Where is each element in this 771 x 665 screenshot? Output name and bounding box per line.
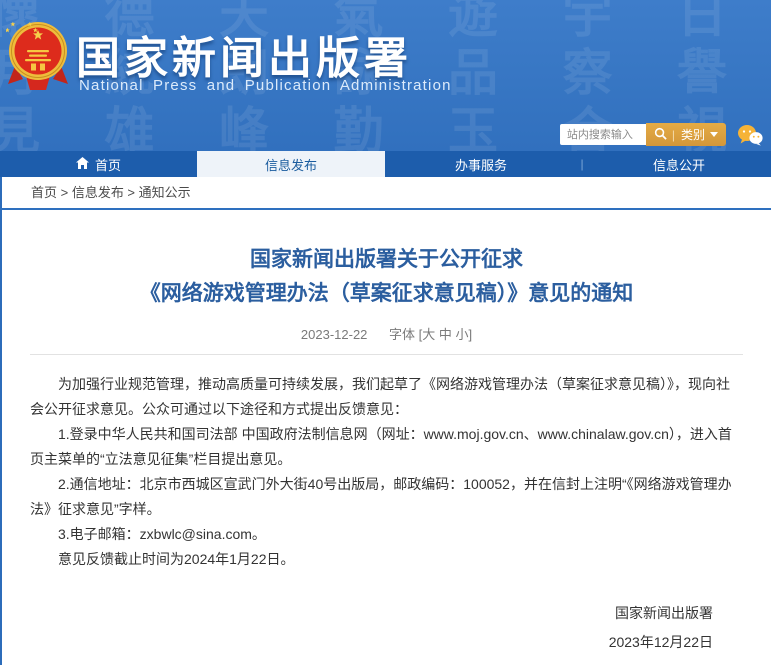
site-header: 懷 德 天 氣 遊 宇 日 月 統 朗 詠 品 察 譽 見 雄 峰 勤 玉 合 … [0,0,771,151]
paragraph-deadline: 意见反馈截止时间为2024年1月22日。 [30,547,743,572]
main-area: 首页 > 信息发布 > 通知公示 国家新闻出版署关于公开征求 《网络游戏管理办法… [0,177,771,665]
signature-date: 2023年12月22日 [30,628,713,657]
search-input[interactable] [560,124,646,145]
nav-item-info-disclosure[interactable]: 信息公开 [587,151,771,177]
font-size-control[interactable]: 字体 [大 中 小] [389,327,472,342]
search-button[interactable]: | 类别 [646,123,726,146]
article-body: 为加强行业规范管理，推动高质量可持续发展，我们起草了《网络游戏管理办法（草案征求… [30,372,743,572]
paragraph-channel-1: 1.登录中华人民共和国司法部 中国政府法制信息网（网址：www.moj.gov.… [30,422,743,472]
paragraph-channel-2: 2.通信地址：北京市西城区宣武门外大街40号出版局，邮政编码：100052，并在… [30,472,743,522]
article-title: 国家新闻出版署关于公开征求 《网络游戏管理办法（草案征求意见稿）》意见的通知 [30,243,743,311]
paragraph-channel-3: 3.电子邮箱：zxbwlc@sina.com。 [30,522,743,547]
paragraph-intro: 为加强行业规范管理，推动高质量可持续发展，我们起草了《网络游戏管理办法（草案征求… [30,372,743,422]
search-divider: | [672,128,675,142]
nav-item-info-release[interactable]: 信息发布 [197,151,385,177]
category-dropdown-label[interactable]: 类别 [681,126,705,143]
main-nav: 首页 信息发布 办事服务 | 信息公开 [0,151,771,177]
nav-item-home[interactable]: 首页 [0,151,197,177]
signature-block: 国家新闻出版署 2023年12月22日 [30,599,743,657]
publish-date: 2023-12-22 [301,327,368,342]
nav-item-services[interactable]: 办事服务 [385,151,577,177]
signature-org: 国家新闻出版署 [30,599,713,628]
article-meta: 2023-12-22 字体 [大 中 小] [30,324,743,343]
article-title-line1: 国家新闻出版署关于公开征求 [250,248,523,271]
breadcrumb[interactable]: 首页 > 信息发布 > 通知公示 [2,177,771,208]
wechat-icon[interactable] [737,124,763,146]
nav-item-label: 首页 [95,155,121,174]
site-title-english: National Press and Publication Administr… [79,77,452,94]
site-search: | 类别 [560,123,763,146]
page: 懷 德 天 氣 遊 宇 日 月 統 朗 詠 品 察 譽 見 雄 峰 勤 玉 合 … [0,0,771,665]
chevron-down-icon [710,132,718,137]
nav-separator: | [577,151,587,177]
national-emblem-logo [6,20,70,96]
blue-divider [0,208,771,210]
article: 国家新闻出版署关于公开征求 《网络游戏管理办法（草案征求意见稿）》意见的通知 2… [2,243,771,665]
article-title-line2: 《网络游戏管理办法（草案征求意见稿）》意见的通知 [140,282,634,305]
home-icon [76,157,89,172]
search-icon [654,127,667,143]
meta-divider [30,354,743,355]
